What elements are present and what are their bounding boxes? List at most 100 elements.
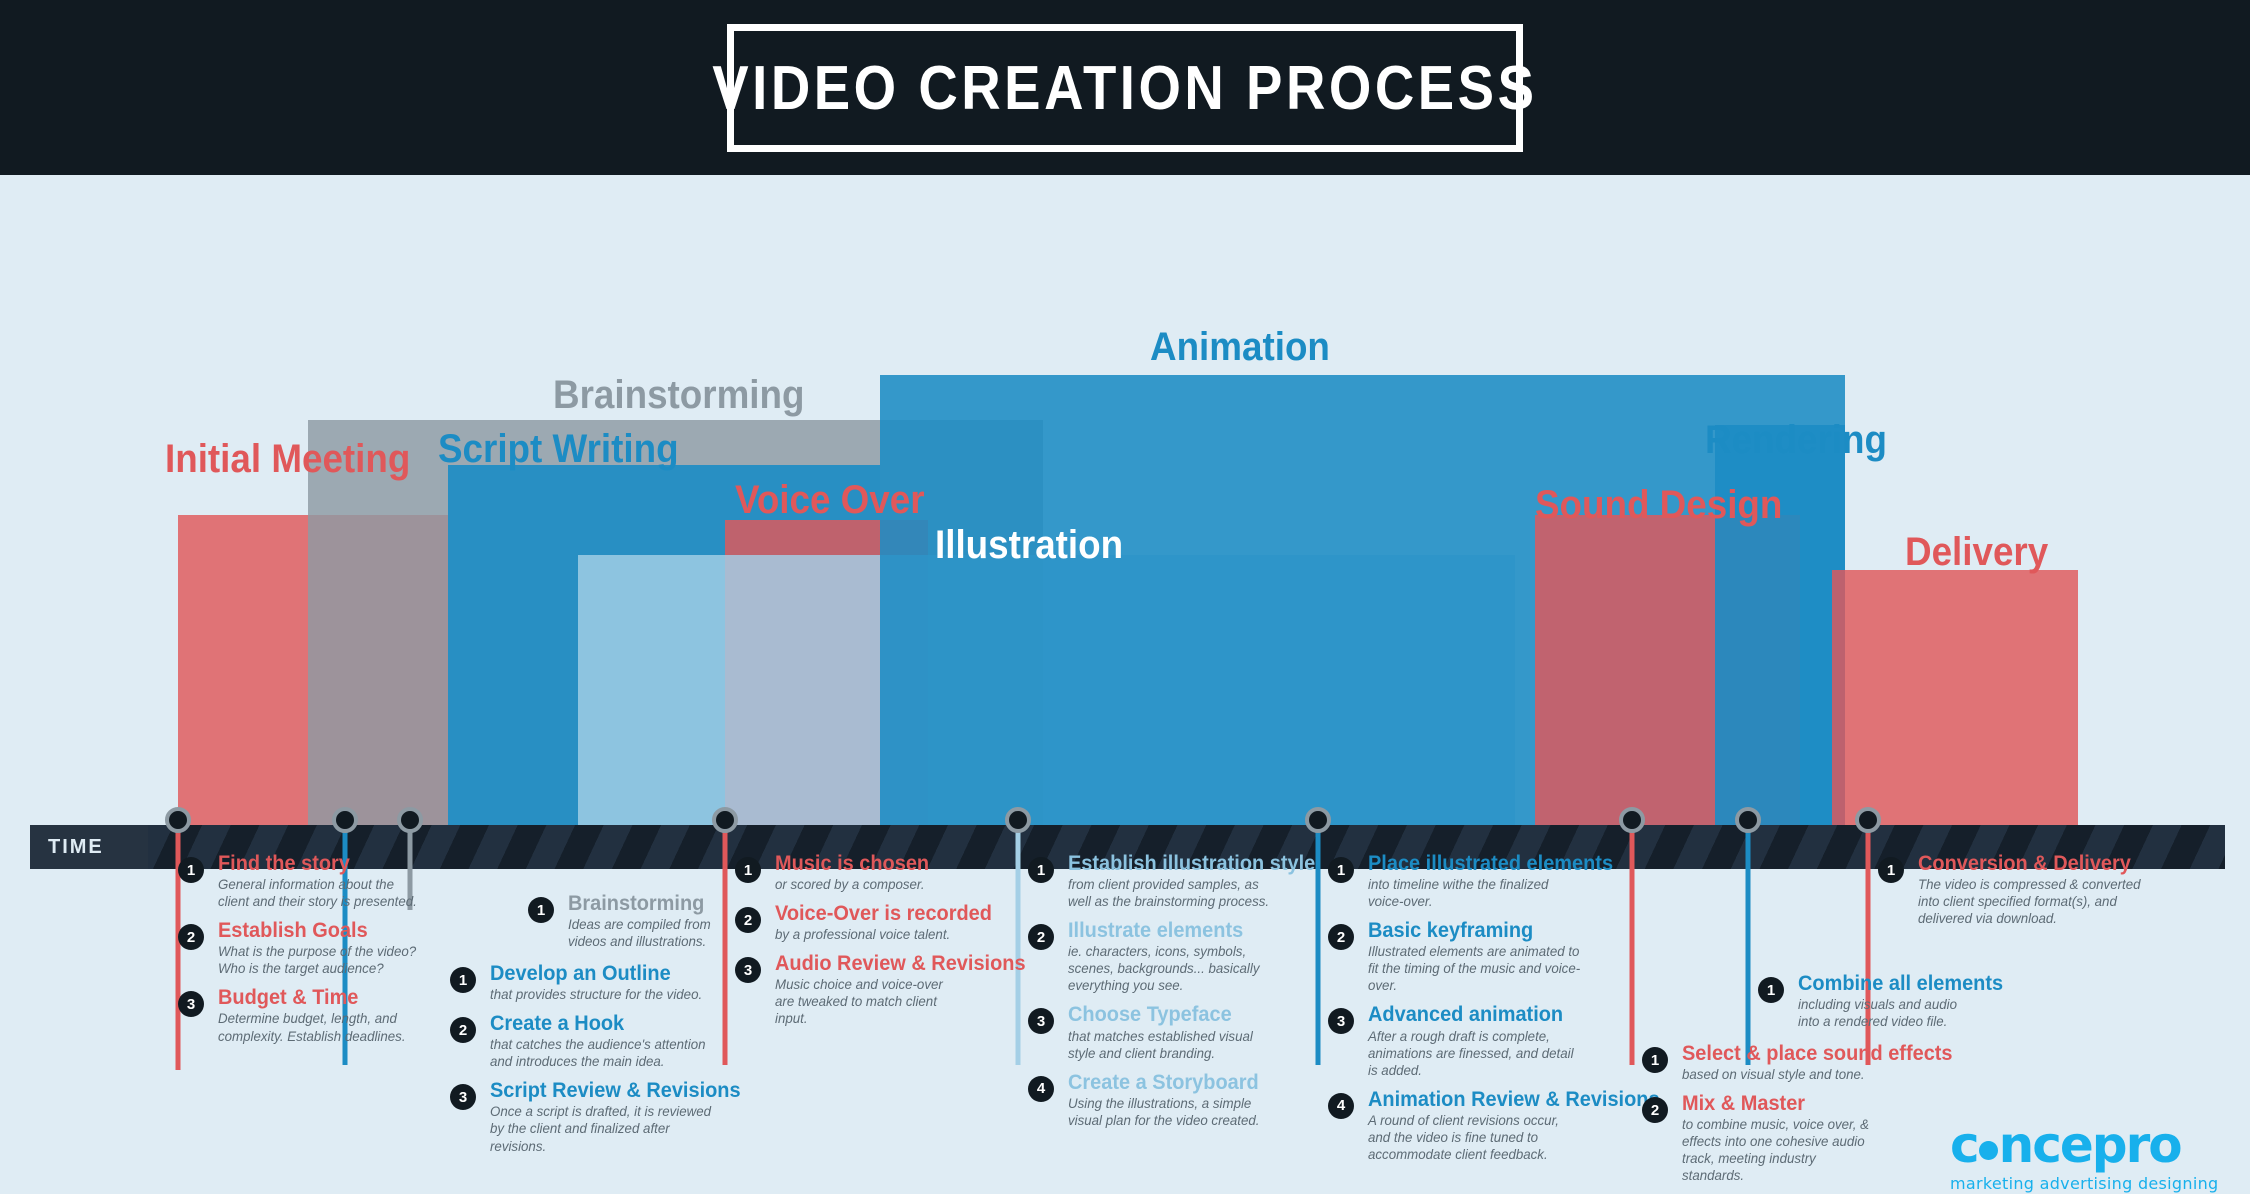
timeline-marker-brainstorming[interactable] xyxy=(397,807,423,833)
step-title: Budget & Time xyxy=(218,986,359,1010)
step-number-badge: 1 xyxy=(1028,857,1054,883)
phase-label-voice-over: Voice Over xyxy=(735,478,925,522)
step-description: Determine budget, length, and complexity… xyxy=(218,1010,406,1044)
step-title: Find the story xyxy=(218,852,350,875)
detail-column-initial-meeting: 1 Find the story General information about… xyxy=(178,852,433,1055)
title-inner: VIDEO CREATION PROCESS xyxy=(712,40,1534,136)
step-title: Create a Hook xyxy=(490,1012,625,1036)
step-number-badge: 2 xyxy=(1028,924,1054,951)
step-description: to combine music, voice over, & effects … xyxy=(1682,1116,1870,1184)
connector-animation xyxy=(1315,820,1321,1065)
bar-delivery xyxy=(1832,570,2078,825)
step-item: 2 Illustrate elements ie. characters, icon… xyxy=(1028,920,1293,994)
step-number-badge: 1 xyxy=(735,857,761,883)
step-item: 1 Music is chosen or scored by a composer. xyxy=(735,852,975,893)
step-item: 3 Budget & Time Determine budget, length, … xyxy=(178,987,433,1044)
step-title: Create a Storyboard xyxy=(1068,1070,1259,1094)
step-number-badge: 1 xyxy=(1878,857,1904,883)
detail-column-delivery: 1 Conversion & Delivery The video is compr… xyxy=(1878,852,2178,937)
step-description: by a professional voice talent. xyxy=(775,926,951,943)
detail-column-rendering: 1 Combine all elements including visuals a… xyxy=(1758,972,2004,1040)
step-number-badge: 1 xyxy=(528,897,554,923)
step-number-badge: 3 xyxy=(1328,1008,1354,1035)
step-number-badge: 3 xyxy=(178,991,204,1018)
step-item: 1 Find the story General information about… xyxy=(178,852,433,910)
step-number-badge: 1 xyxy=(1328,857,1354,883)
step-item: 1 Brainstorming Ideas are compiled from vi… xyxy=(528,892,743,950)
step-title: Combine all elements xyxy=(1798,972,2004,995)
step-title: Advanced animation xyxy=(1368,1003,1564,1027)
step-item: 3 Choose Typeface that matches established… xyxy=(1028,1004,1293,1061)
step-item: 3 Script Review & Revisions Once a script … xyxy=(450,1080,741,1154)
title-frame: VIDEO CREATION PROCESS xyxy=(712,24,1534,152)
detail-column-illustration: 1 Establish illustration style from client… xyxy=(1028,852,1316,1139)
phase-label-script-writing: Script Writing xyxy=(438,427,679,471)
step-number-badge: 2 xyxy=(1328,924,1354,951)
timeline-marker-voice-over[interactable] xyxy=(712,807,738,833)
timeline-marker-script-writing[interactable] xyxy=(332,807,358,833)
timeline-marker-sound-design[interactable] xyxy=(1619,807,1645,833)
step-number-badge: 1 xyxy=(1642,1047,1668,1073)
step-description: Ideas are compiled from videos and illus… xyxy=(568,916,711,950)
step-item: 2 Voice-Over is recorded by a professional… xyxy=(735,903,992,943)
timeline-marker-delivery[interactable] xyxy=(1855,807,1881,833)
step-description: ie. characters, icons, symbols, scenes, … xyxy=(1068,943,1260,994)
phase-label-illustration: Illustration xyxy=(935,523,1124,567)
step-title: Select & place sound effects xyxy=(1682,1042,1953,1065)
step-description: based on visual style and tone. xyxy=(1682,1066,1865,1083)
step-title: Mix & Master xyxy=(1682,1092,1806,1116)
step-description: General information about the client and… xyxy=(218,876,417,910)
step-description: that matches established visual style an… xyxy=(1068,1027,1253,1061)
step-number-badge: 1 xyxy=(450,967,476,993)
timeline-marker-animation[interactable] xyxy=(1305,807,1331,833)
detail-column-brainstorming: 1 Brainstorming Ideas are compiled from vi… xyxy=(528,892,743,960)
phase-label-sound-design: Sound Design xyxy=(1535,483,1783,527)
step-number-badge: 3 xyxy=(450,1084,476,1111)
detail-column-voice-over: 1 Music is chosen or scored by a composer.… xyxy=(735,852,1026,1038)
step-description: from client provided samples, as well as… xyxy=(1068,876,1270,910)
step-title: Choose Typeface xyxy=(1068,1003,1232,1027)
step-description: Once a script is drafted, it is reviewed… xyxy=(490,1103,712,1154)
step-title: Brainstorming xyxy=(568,892,705,915)
gantt-chart-area: Initial Meeting Brainstorming Script Writi… xyxy=(0,175,2250,1193)
step-description: A round of client revisions occur, and t… xyxy=(1368,1111,1559,1162)
phase-label-animation: Animation xyxy=(1150,325,1330,369)
step-item: 3 Audio Review & Revisions Music choice an… xyxy=(735,953,1026,1027)
step-title: Establish illustration style xyxy=(1068,852,1316,875)
step-description: that catches the audience's attention an… xyxy=(490,1036,706,1070)
detail-column-sound-design: 1 Select & place sound effects based on vi… xyxy=(1642,1042,1953,1194)
detail-column-script-writing: 1 Develop an Outline that provides structu… xyxy=(450,962,741,1165)
logo-letter-c: c xyxy=(1950,1116,1980,1174)
step-item: 1 Select & place sound effects based on vi… xyxy=(1642,1042,1953,1083)
step-title: Place illustrated elements xyxy=(1368,852,1614,875)
detail-column-animation: 1 Place illustrated elements into timeline… xyxy=(1328,852,1660,1173)
connector-illustration xyxy=(1015,820,1021,1065)
timeline-marker-rendering[interactable] xyxy=(1735,807,1761,833)
timeline-marker-illustration[interactable] xyxy=(1005,807,1031,833)
step-description: or scored by a composer. xyxy=(775,876,925,893)
step-description: Illustrated elements are animated to fit… xyxy=(1368,943,1581,994)
step-item: 1 Develop an Outline that provides structu… xyxy=(450,962,730,1003)
step-number-badge: 4 xyxy=(1328,1092,1354,1119)
logo-tagline: marketing advertising designing xyxy=(1950,1174,2219,1193)
step-item: 1 Conversion & Delivery The video is compr… xyxy=(1878,852,2178,927)
step-number-badge: 2 xyxy=(178,924,204,951)
step-title: Basic keyframing xyxy=(1368,919,1534,943)
step-title: Music is chosen xyxy=(775,852,930,875)
step-item: 3 Advanced animation After a rough draft i… xyxy=(1328,1004,1593,1078)
step-item: 4 Create a Storyboard Using the illustrati… xyxy=(1028,1070,1293,1129)
step-description: Using the illustrations, a simple visual… xyxy=(1068,1094,1260,1128)
step-item: 4 Animation Review & Revisions A round of … xyxy=(1328,1087,1660,1163)
step-number-badge: 2 xyxy=(450,1017,476,1044)
step-description: that provides structure for the video. xyxy=(490,986,703,1003)
step-description: What is the purpose of the video? Who is… xyxy=(218,943,417,977)
step-number-badge: 4 xyxy=(1028,1075,1054,1102)
timeline-marker-initial-meeting[interactable] xyxy=(165,807,191,833)
step-title: Animation Review & Revisions xyxy=(1368,1087,1660,1111)
phase-label-delivery: Delivery xyxy=(1905,530,2049,574)
step-number-badge: 1 xyxy=(178,857,204,883)
logo-word-rest: ncepro xyxy=(1998,1116,2183,1174)
phase-label-rendering: Rendering xyxy=(1705,418,1887,462)
step-number-badge: 2 xyxy=(1642,1097,1668,1124)
step-number-badge: 2 xyxy=(735,907,761,934)
